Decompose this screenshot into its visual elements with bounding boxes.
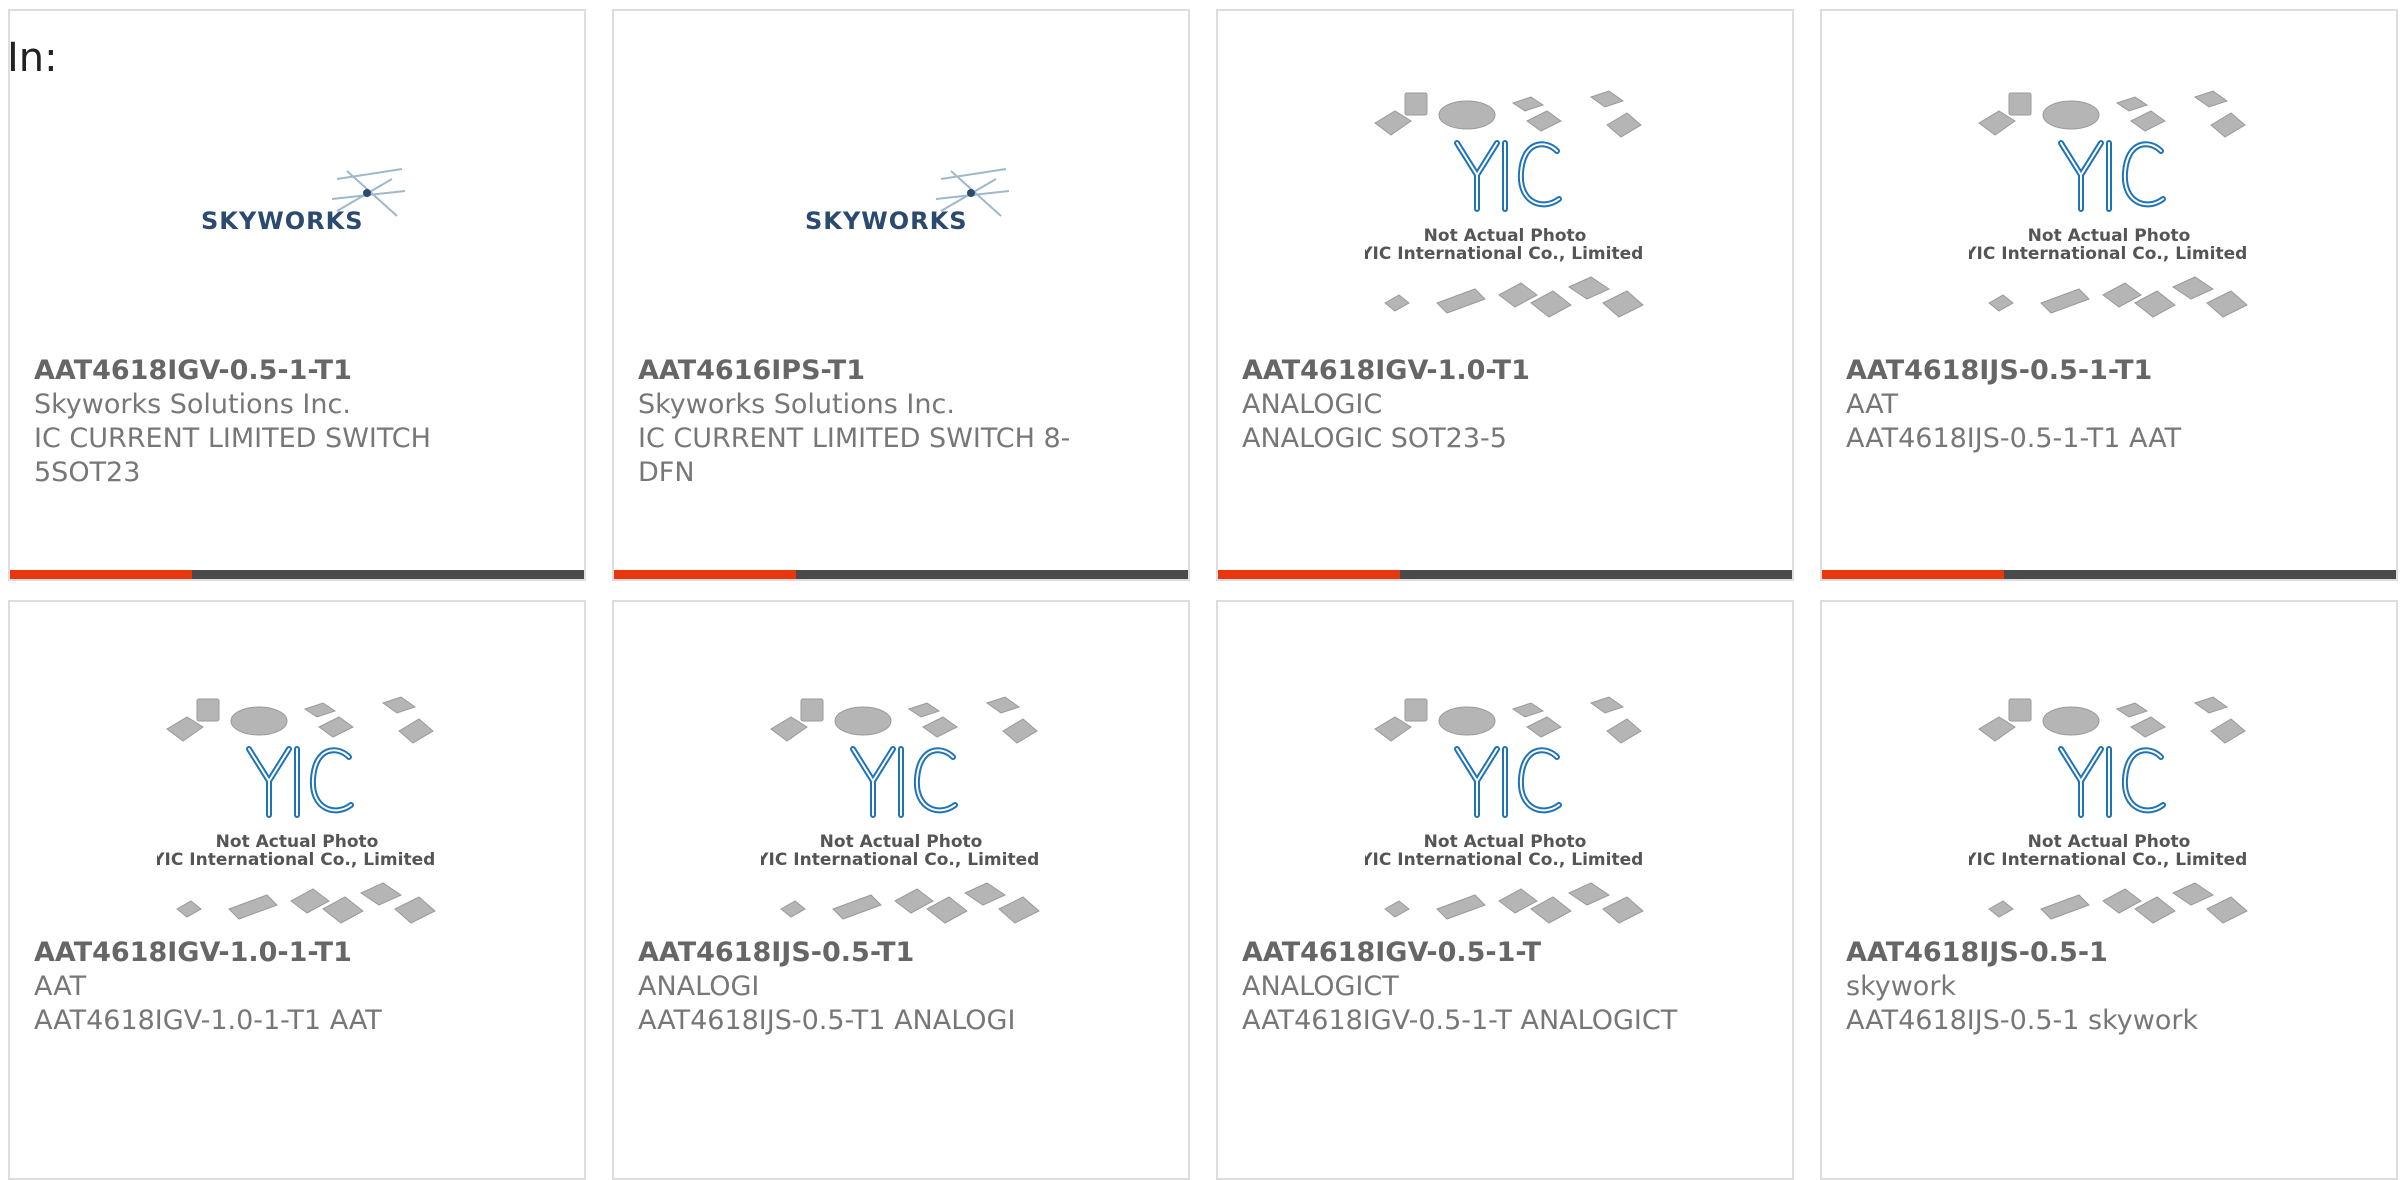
product-image[interactable]: Not Actual Photo YIC International Co., …	[1822, 672, 2396, 952]
product-card[interactable]: Not Actual Photo YIC International Co., …	[1216, 9, 1794, 581]
description: AAT4618IGV-1.0-1-T1 AAT	[34, 1005, 382, 1036]
part-number-link[interactable]: AAT4618IGV-1.0-1-T1	[34, 936, 474, 970]
product-card[interactable]: Not Actual Photo YIC International Co., …	[1216, 600, 1794, 1180]
yic-placeholder-image: Not Actual Photo YIC International Co., …	[1969, 90, 2249, 318]
yic-caption-line1: Not Actual Photo	[820, 832, 983, 852]
manufacturer: ANALOGICT	[1242, 971, 1399, 1002]
product-card[interactable]: Not Actual Photo YIC International Co., …	[1820, 9, 2398, 581]
product-image[interactable]: Not Actual Photo YIC International Co., …	[1218, 672, 1792, 952]
yic-placeholder-image: Not Actual Photo YIC International Co., …	[1365, 90, 1645, 318]
yic-caption-line2: YIC International Co., Limited.	[1365, 850, 1645, 870]
description: AAT4618IJS-0.5-1-T1 AAT	[1846, 423, 2182, 454]
yic-caption-line1: Not Actual Photo	[1424, 832, 1587, 852]
description: IC CURRENT LIMITED SWITCH 8-DFN	[638, 423, 1071, 488]
manufacturer: Skyworks Solutions Inc.	[34, 389, 351, 420]
product-image[interactable]: Not Actual Photo YIC International Co., …	[10, 672, 584, 952]
skyworks-logo: SKYWORKS	[805, 168, 1010, 235]
yic-placeholder-image: Not Actual Photo YIC International Co., …	[1365, 696, 1645, 924]
manufacturer: AAT	[34, 971, 87, 1002]
product-card[interactable]: Not Actual Photo YIC International Co., …	[612, 600, 1190, 1180]
product-card[interactable]: SKYWORKS AAT4618IGV-0.5-1-T1 Skyworks So…	[8, 9, 586, 581]
manufacturer: Skyworks Solutions Inc.	[638, 389, 955, 420]
description: AAT4618IGV-0.5-1-T ANALOGICT	[1242, 1005, 1678, 1036]
yic-caption-line2: YIC International Co., Limited.	[761, 850, 1041, 870]
product-info: AAT4618IGV-0.5-1-T1 Skyworks Solutions I…	[34, 354, 474, 490]
product-info: AAT4618IJS-0.5-T1 ANALOGI AAT4618IJS-0.5…	[638, 936, 1078, 1038]
product-card[interactable]: SKYWORKS AAT4616IPS-T1 Skyworks Solution…	[612, 9, 1190, 581]
manufacturer: ANALOGI	[638, 971, 760, 1002]
yic-placeholder-image: Not Actual Photo YIC International Co., …	[1969, 696, 2249, 924]
part-number-link[interactable]: AAT4616IPS-T1	[638, 354, 1078, 388]
yic-caption-line1: Not Actual Photo	[1424, 226, 1587, 246]
part-number-link[interactable]: AAT4618IGV-0.5-1-T1	[34, 354, 474, 388]
card-bottom-bar	[1822, 570, 2396, 579]
yic-caption-line2: YIC International Co., Limited.	[1969, 244, 2249, 264]
manufacturer: AAT	[1846, 389, 1899, 420]
product-image[interactable]: SKYWORKS	[10, 61, 584, 351]
part-number-link[interactable]: AAT4618IJS-0.5-1-T1	[1846, 354, 2286, 388]
part-number-link[interactable]: AAT4618IJS-0.5-1	[1846, 936, 2286, 970]
description: IC CURRENT LIMITED SWITCH 5SOT23	[34, 423, 431, 488]
skyworks-wordmark: SKYWORKS	[805, 207, 968, 235]
product-info: AAT4618IGV-1.0-T1 ANALOGIC ANALOGIC SOT2…	[1242, 354, 1682, 456]
product-info: AAT4618IGV-1.0-1-T1 AAT AAT4618IGV-1.0-1…	[34, 936, 474, 1038]
card-accent-bar	[614, 570, 796, 579]
card-bottom-bar	[1218, 570, 1792, 579]
product-info: AAT4618IGV-0.5-1-T ANALOGICT AAT4618IGV-…	[1242, 936, 1682, 1038]
card-accent-bar	[10, 570, 192, 579]
skyworks-logo: SKYWORKS	[201, 168, 406, 235]
card-accent-bar	[1822, 570, 2004, 579]
part-number-link[interactable]: AAT4618IJS-0.5-T1	[638, 936, 1078, 970]
manufacturer: ANALOGIC	[1242, 389, 1383, 420]
yic-caption-line2: YIC International Co., Limited.	[1969, 850, 2249, 870]
product-image[interactable]: Not Actual Photo YIC International Co., …	[1822, 61, 2396, 351]
manufacturer: skywork	[1846, 971, 1957, 1002]
yic-caption-line1: Not Actual Photo	[2028, 226, 2191, 246]
product-card[interactable]: Not Actual Photo YIC International Co., …	[8, 600, 586, 1180]
product-info: AAT4618IJS-0.5-1 skywork AAT4618IJS-0.5-…	[1846, 936, 2286, 1038]
yic-placeholder-image: Not Actual Photo YIC International Co., …	[157, 696, 437, 924]
description: AAT4618IJS-0.5-1 skywork	[1846, 1005, 2199, 1036]
product-image[interactable]: Not Actual Photo YIC International Co., …	[614, 672, 1188, 952]
product-image[interactable]: SKYWORKS	[614, 61, 1188, 351]
product-info: AAT4616IPS-T1 Skyworks Solutions Inc. IC…	[638, 354, 1078, 490]
skyworks-wordmark: SKYWORKS	[201, 207, 364, 235]
description: AAT4618IJS-0.5-T1 ANALOGI	[638, 1005, 1016, 1036]
page-heading: In:	[7, 35, 58, 81]
product-card[interactable]: Not Actual Photo YIC International Co., …	[1820, 600, 2398, 1180]
description: ANALOGIC SOT23-5	[1242, 423, 1507, 454]
product-image[interactable]: Not Actual Photo YIC International Co., …	[1218, 61, 1792, 351]
card-bottom-bar	[10, 570, 584, 579]
card-accent-bar	[1218, 570, 1400, 579]
card-bottom-bar	[614, 570, 1188, 579]
yic-caption-line1: Not Actual Photo	[2028, 832, 2191, 852]
product-grid: SKYWORKS AAT4618IGV-0.5-1-T1 Skyworks So…	[0, 0, 2400, 1180]
part-number-link[interactable]: AAT4618IGV-1.0-T1	[1242, 354, 1682, 388]
yic-caption-line1: Not Actual Photo	[216, 832, 379, 852]
part-number-link[interactable]: AAT4618IGV-0.5-1-T	[1242, 936, 1682, 970]
yic-placeholder-image: Not Actual Photo YIC International Co., …	[761, 696, 1041, 924]
yic-caption-line2: YIC International Co., Limited.	[157, 850, 437, 870]
yic-caption-line2: YIC International Co., Limited.	[1365, 244, 1645, 264]
product-info: AAT4618IJS-0.5-1-T1 AAT AAT4618IJS-0.5-1…	[1846, 354, 2286, 456]
